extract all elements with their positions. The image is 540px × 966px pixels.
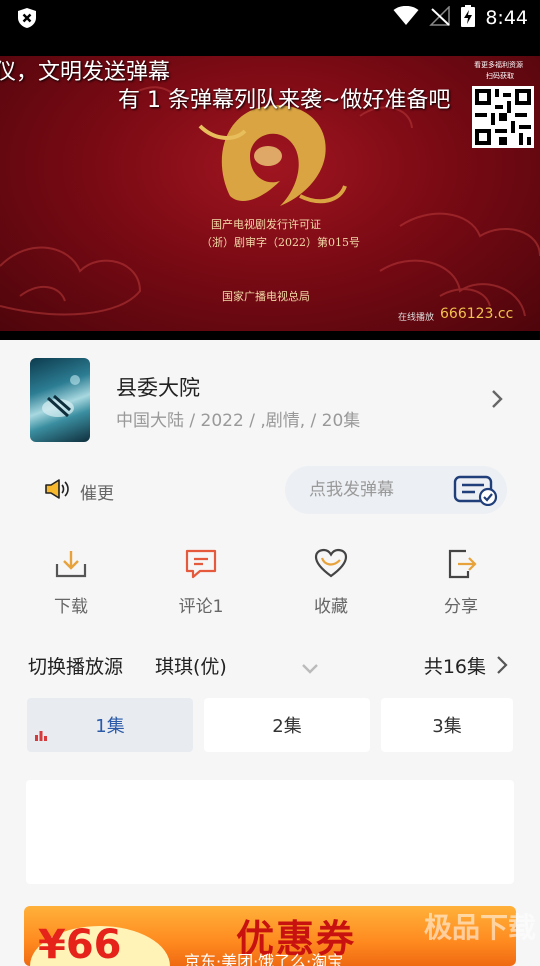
share-icon <box>444 549 478 584</box>
shield-notification-icon <box>16 7 38 33</box>
chevron-right-icon[interactable] <box>496 655 508 680</box>
episode-list: 1集 2集 3集 <box>27 698 513 752</box>
clock: 8:44 <box>485 7 528 29</box>
wifi-icon <box>393 5 419 30</box>
site-url: 666123.cc <box>440 306 514 322</box>
playing-bars-icon <box>35 725 47 746</box>
battery-charging-icon <box>461 5 476 31</box>
show-info[interactable]: 县委大院 中国大陆 / 2022 / ,剧情, / 20集 <box>30 358 510 442</box>
episode-label: 3集 <box>432 716 462 737</box>
site-prefix: 在线播放 <box>398 313 435 323</box>
danmu-input[interactable] <box>309 466 449 514</box>
status-bar: 8:44 <box>0 0 540 36</box>
detail-panel: 县委大院 中国大陆 / 2022 / ,剧情, / 20集 催更 点我发弹幕 下… <box>0 340 540 966</box>
episode-total[interactable]: 共16集 <box>424 652 486 679</box>
favorite-label: 收藏 <box>314 597 348 617</box>
download-button[interactable]: 下载 <box>26 548 116 617</box>
episode-label: 1集 <box>95 716 125 737</box>
danmu-input-box[interactable] <box>285 466 507 514</box>
action-bar: 下载 评论1 收藏 分享 <box>0 548 540 618</box>
coupon-subline: 京东·美团·饿了么·淘宝 <box>184 952 344 966</box>
source-select[interactable]: 琪琪(优) <box>155 652 227 679</box>
source-switcher: 切换播放源 琪琪(优) 共16集 <box>28 652 512 678</box>
qr-code[interactable] <box>472 86 534 148</box>
video-player[interactable]: 仪，文明发送弹幕 有 1 条弹幕列队来袭~做好准备吧 国产电视剧发行许可证 （浙… <box>0 36 540 340</box>
download-icon <box>54 551 88 584</box>
license-line-2: （浙）剧审字（2022）第015号 <box>201 236 360 249</box>
content-placeholder <box>26 780 514 884</box>
site-watermark: 极品下载 <box>423 911 536 944</box>
danmu-message-2: 有 1 条弹幕列队来袭~做好准备吧 <box>118 88 451 113</box>
heart-icon <box>314 548 348 584</box>
show-poster[interactable] <box>30 358 90 442</box>
urge-update-button[interactable]: 催更 <box>44 478 114 505</box>
episode-label: 2集 <box>272 716 302 737</box>
signal-off-icon <box>429 5 451 30</box>
license-line-1: 国产电视剧发行许可证 <box>211 218 321 231</box>
qr-caption-2: 扫码获取 <box>486 72 514 80</box>
episode-item[interactable]: 2集 <box>204 698 370 752</box>
chevron-down-icon[interactable] <box>301 658 319 680</box>
authority-label: 国家广播电视总局 <box>222 290 310 303</box>
chevron-right-icon[interactable] <box>490 388 504 414</box>
show-meta: 中国大陆 / 2022 / ,剧情, / 20集 <box>116 411 361 431</box>
source-label: 切换播放源 <box>28 656 124 678</box>
share-button[interactable]: 分享 <box>416 548 506 617</box>
comment-icon <box>184 549 218 584</box>
video-frame[interactable]: 仪，文明发送弹幕 有 1 条弹幕列队来袭~做好准备吧 国产电视剧发行许可证 （浙… <box>0 56 540 331</box>
show-title: 县委大院 <box>116 376 200 400</box>
qr-caption-1: 看更多福利资源 <box>474 61 523 69</box>
megaphone-icon <box>44 478 70 505</box>
episode-item[interactable]: 3集 <box>381 698 513 752</box>
favorite-button[interactable]: 收藏 <box>286 548 376 617</box>
episode-item[interactable]: 1集 <box>27 698 193 752</box>
comment-button[interactable]: 评论1 <box>156 548 246 617</box>
coupon-amount: ¥66 <box>38 922 122 966</box>
urge-label: 催更 <box>80 484 114 504</box>
danmu-settings-icon[interactable] <box>453 474 499 510</box>
share-label: 分享 <box>444 597 478 617</box>
phoenix-logo <box>198 105 347 206</box>
comment-label: 评论1 <box>178 597 224 617</box>
download-label: 下载 <box>54 597 88 617</box>
